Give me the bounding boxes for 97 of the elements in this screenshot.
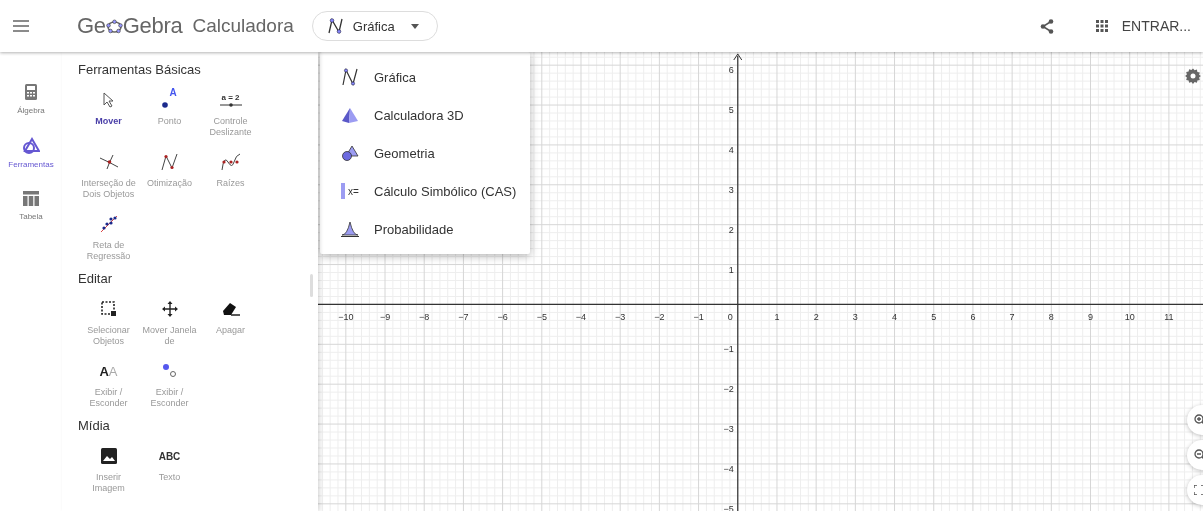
- axis-tick-label: −6: [497, 312, 508, 323]
- curve-icon: [326, 17, 345, 35]
- axis-tick-label: 3: [728, 184, 734, 195]
- axis-tick-label: 6: [970, 312, 976, 323]
- apps-grid-icon[interactable]: [1095, 20, 1108, 32]
- tool-button[interactable]: Exibir / Esconder: [139, 358, 200, 416]
- axis-tick-label: −1: [693, 312, 704, 323]
- axis-tick-label: −8: [419, 312, 430, 323]
- axis-tick-label: 1: [728, 264, 734, 275]
- axis-tick-label: −2: [723, 384, 734, 395]
- tool-button[interactable]: Inserir Imagem: [78, 443, 139, 501]
- dots-icon: [161, 363, 178, 379]
- section-title: Editar: [78, 271, 113, 286]
- tool-button[interactable]: Selecionar Objetos: [78, 296, 139, 354]
- tool-button[interactable]: Otimização: [139, 149, 200, 207]
- tool-button[interactable]: A Ponto: [139, 87, 200, 145]
- curve-icon: [342, 68, 358, 86]
- tool-button[interactable]: Apagar: [200, 296, 261, 354]
- app-menu-item[interactable]: Calculadora 3D: [320, 96, 530, 134]
- tool-button[interactable]: AA Exibir / Esconder: [78, 358, 139, 416]
- axis-tick-label: −4: [723, 463, 734, 474]
- menu-icon[interactable]: [13, 20, 29, 32]
- zoom-out-icon: [1194, 449, 1203, 461]
- axis-tick-label: −5: [723, 503, 734, 511]
- axis-tick-label: 2: [728, 224, 734, 235]
- crossing-curves-icon: [98, 154, 119, 170]
- axis-tick-label: 10: [1124, 312, 1135, 323]
- tool-button[interactable]: Mover: [78, 87, 139, 145]
- calculator-icon: [25, 84, 37, 100]
- slider-value-text: a = 2: [221, 93, 240, 102]
- axis-tick-label: 5: [931, 312, 937, 323]
- axis-tick-label: −9: [379, 312, 391, 323]
- rail-tab[interactable]: Álgebra: [17, 82, 45, 117]
- caret-icon: [410, 23, 419, 29]
- slider-icon: [219, 103, 242, 107]
- tool-button[interactable]: Raízes: [200, 149, 261, 207]
- text-tool-glyph: ABC: [158, 450, 181, 462]
- label-style-text: AA: [99, 365, 118, 377]
- app-switcher[interactable]: Gráfica: [311, 11, 438, 41]
- tool-button[interactable]: a = 2 Controle Deslizante: [200, 87, 261, 145]
- axis-tick-label: −2: [654, 312, 665, 323]
- section-title: Mídia: [78, 418, 111, 433]
- logo-text: Gebra: [122, 13, 183, 39]
- section-title: Ferramentas Básicas: [78, 62, 202, 77]
- bell-curve-icon: [341, 221, 359, 237]
- logo-text: Ge: [77, 13, 106, 39]
- axis-tick-label: −3: [615, 312, 626, 323]
- tool-button[interactable]: Mover Janela de: [139, 296, 200, 354]
- table-icon: [23, 191, 39, 206]
- axis-tick-label: −4: [575, 312, 587, 323]
- cas-glyph: x=: [348, 185, 359, 197]
- axis-tick-label: 11: [1164, 312, 1174, 323]
- app-menu-item[interactable]: Geometria: [320, 134, 530, 172]
- curve-points-icon: [220, 153, 241, 171]
- cursor-icon: [102, 92, 115, 108]
- logo-icon: [105, 18, 123, 34]
- axis-tick-label: 7: [1009, 312, 1015, 323]
- axis-tick-label: 4: [728, 144, 734, 155]
- axis-tick-label: 1: [774, 312, 780, 323]
- tool-button[interactable]: Reta de Regressão: [78, 211, 139, 269]
- axis-tick-label: 5: [728, 105, 734, 116]
- settings-icon[interactable]: [1185, 68, 1201, 84]
- curve-icon: [160, 153, 179, 171]
- move-arrows-icon: [161, 301, 178, 317]
- bar-icon: [341, 183, 346, 199]
- share-icon[interactable]: [1039, 18, 1054, 34]
- point-icon: [162, 102, 169, 108]
- origin-label: 0: [727, 312, 733, 323]
- rail-tab[interactable]: Ferramentas: [8, 135, 54, 171]
- axis-tick-label: 3: [852, 312, 858, 323]
- axis-tick-label: −1: [723, 344, 734, 355]
- axis-tick-label: −3: [723, 424, 734, 435]
- login-button[interactable]: ENTRAR...: [1117, 14, 1195, 38]
- pyramid-icon: [341, 107, 359, 123]
- rail-tab[interactable]: Tabela: [19, 189, 43, 223]
- axis-tick-label: 8: [1048, 312, 1054, 323]
- tool-button[interactable]: Interseção de Dois Objetos: [78, 149, 139, 207]
- app-menu-item[interactable]: Gráfica: [320, 58, 530, 96]
- app-name: Calculadora: [192, 15, 294, 37]
- axis-tick-label: −7: [458, 312, 469, 323]
- regression-line-icon: [99, 215, 118, 233]
- triangle-circle-icon: [341, 145, 359, 161]
- axis-tick-label: 2: [813, 312, 819, 323]
- image-icon: [100, 448, 117, 464]
- tool-button[interactable]: ABC Texto: [139, 443, 200, 501]
- axis-tick-label: −5: [536, 312, 547, 323]
- axis-tick-label: 4: [892, 312, 898, 323]
- app-menu-item[interactable]: Probabilidade: [320, 210, 530, 248]
- app-menu-item[interactable]: x= Cálculo Simbólico (CAS): [320, 172, 530, 210]
- selection-box-icon: [100, 301, 117, 317]
- axis-tick-label: 6: [728, 65, 734, 76]
- axis-tick-label: −10: [338, 312, 354, 323]
- point-name-text: A: [169, 87, 177, 99]
- fullscreen-icon: [1194, 485, 1203, 495]
- eraser-icon: [221, 302, 240, 316]
- zoom-in-icon: [1194, 414, 1203, 426]
- axis-tick-label: 9: [1088, 312, 1093, 323]
